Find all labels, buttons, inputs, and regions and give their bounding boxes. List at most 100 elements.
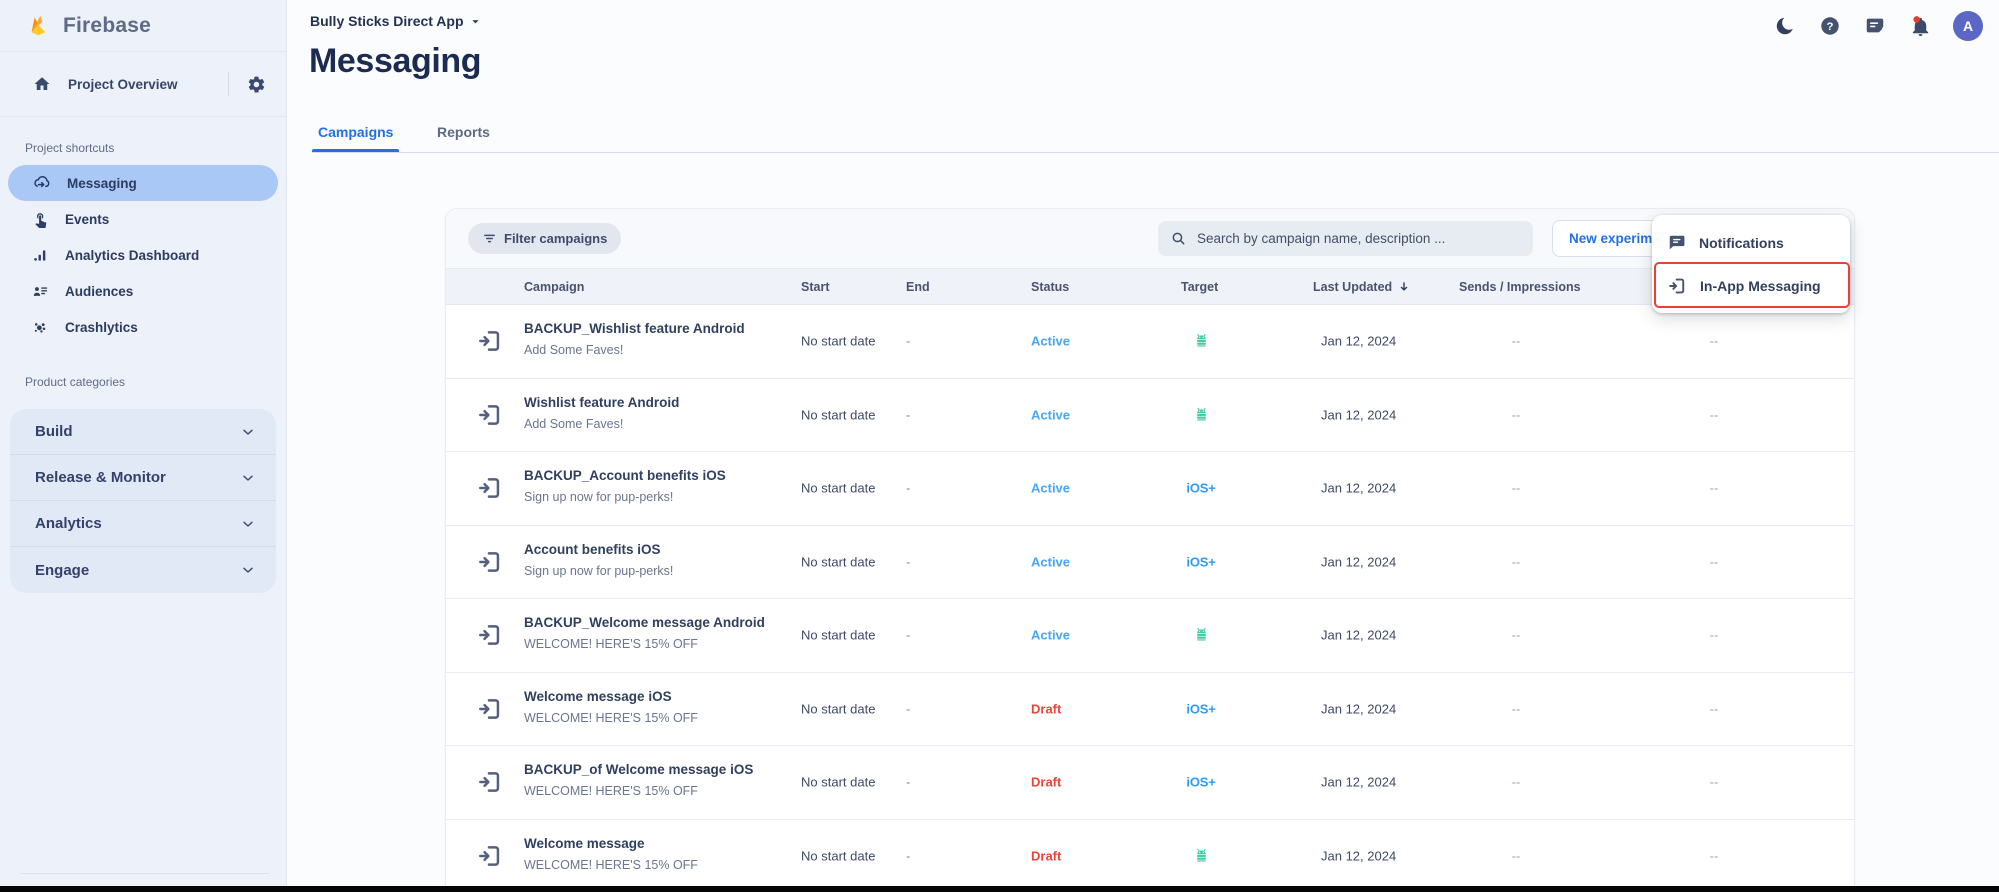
- page-title: Messaging: [309, 42, 481, 81]
- campaign-name: BACKUP_of Welcome message iOS: [524, 762, 753, 777]
- firebase-flame-icon: [27, 14, 50, 37]
- category-release-monitor[interactable]: Release & Monitor: [10, 455, 276, 501]
- campaign-search: [1158, 221, 1533, 256]
- last-updated-date: Jan 12, 2024: [1321, 848, 1396, 863]
- table-row[interactable]: Welcome message iOS WELCOME! HERE'S 15% …: [446, 673, 1854, 747]
- campaign-start: No start date: [801, 554, 875, 569]
- table-row[interactable]: BACKUP_Wishlist feature Android Add Some…: [446, 305, 1854, 379]
- category-label: Engage: [35, 562, 240, 579]
- tap-icon: [32, 211, 49, 228]
- in-app-campaign-icon: [476, 695, 503, 722]
- table-row[interactable]: BACKUP_Welcome message Android WELCOME! …: [446, 599, 1854, 673]
- new-campaign-menu: Notifications In-App Messaging: [1652, 215, 1850, 313]
- filter-campaigns-chip[interactable]: Filter campaigns: [468, 223, 621, 254]
- android-icon: [1192, 846, 1211, 865]
- campaigns-card: Filter campaigns New experiment Campaign…: [445, 208, 1855, 886]
- search-input[interactable]: [1197, 231, 1521, 246]
- table-row[interactable]: BACKUP_Account benefits iOS Sign up now …: [446, 452, 1854, 526]
- help-icon[interactable]: ?: [1818, 14, 1842, 38]
- target-platform: iOS+: [1179, 554, 1223, 569]
- category-label: Analytics: [35, 515, 240, 532]
- home-icon: [33, 75, 51, 93]
- campaign-description: Sign up now for pup-perks!: [524, 564, 673, 578]
- last-updated-date: Jan 12, 2024: [1321, 628, 1396, 643]
- cloud-messaging-icon: [32, 174, 51, 193]
- table-row[interactable]: Welcome message WELCOME! HERE'S 15% OFF …: [446, 820, 1854, 887]
- sends-impressions-value: --: [1496, 334, 1536, 349]
- firebase-brand[interactable]: Firebase: [0, 0, 286, 52]
- campaign-end: -: [906, 701, 910, 716]
- table-header: Campaign Start End Status Target Last Up…: [446, 268, 1854, 305]
- target-platform: iOS+: [1179, 481, 1223, 496]
- in-app-campaign-icon: [476, 548, 503, 575]
- in-app-campaign-icon: [476, 622, 503, 649]
- crashlytics-icon: [32, 319, 49, 336]
- ios-target-label: iOS+: [1186, 701, 1215, 716]
- category-label: Build: [35, 423, 240, 440]
- sends-impressions-value: --: [1496, 407, 1536, 422]
- campaign-end: -: [906, 775, 910, 790]
- feedback-icon[interactable]: [1863, 14, 1887, 38]
- project-overview-label: Project Overview: [68, 77, 228, 92]
- table-row[interactable]: BACKUP_of Welcome message iOS WELCOME! H…: [446, 746, 1854, 820]
- impressions-secondary-value: --: [1694, 481, 1734, 496]
- breadcrumb-app-selector[interactable]: Bully Sticks Direct App: [310, 13, 483, 29]
- campaign-start: No start date: [801, 407, 875, 422]
- table-row[interactable]: Wishlist feature Android Add Some Faves!…: [446, 379, 1854, 453]
- sidebar-item-audiences[interactable]: Audiences: [8, 273, 278, 309]
- sends-impressions-value: --: [1496, 775, 1536, 790]
- impressions-secondary-value: --: [1694, 701, 1734, 716]
- column-header-last-updated[interactable]: Last Updated: [1313, 280, 1411, 294]
- status-badge: Active: [1031, 554, 1070, 569]
- sidebar-item-events[interactable]: Events: [8, 201, 278, 237]
- campaigns-toolbar: Filter campaigns New experiment: [446, 209, 1854, 268]
- svg-text:?: ?: [1827, 21, 1834, 33]
- in-app-messaging-icon: [1667, 276, 1687, 296]
- campaign-end: -: [906, 334, 910, 349]
- campaign-name: Welcome message iOS: [524, 689, 672, 704]
- chevron-down-icon: [240, 470, 256, 486]
- status-badge: Draft: [1031, 701, 1061, 716]
- bar-chart-icon: [32, 247, 49, 264]
- status-badge: Active: [1031, 628, 1070, 643]
- target-platform: [1179, 846, 1223, 865]
- campaigns-table-body: BACKUP_Wishlist feature Android Add Some…: [446, 305, 1854, 886]
- ios-target-label: iOS+: [1186, 775, 1215, 790]
- campaign-end: -: [906, 628, 910, 643]
- column-header-end: End: [906, 280, 930, 294]
- campaign-end: -: [906, 554, 910, 569]
- category-label: Release & Monitor: [35, 469, 240, 486]
- sidebar-item-messaging[interactable]: Messaging: [8, 165, 278, 201]
- notifications-bell-icon[interactable]: [1908, 14, 1932, 38]
- sends-impressions-value: --: [1496, 628, 1536, 643]
- column-header-target: Target: [1181, 280, 1218, 294]
- dark-mode-moon-icon[interactable]: [1773, 14, 1797, 38]
- campaign-description: WELCOME! HERE'S 15% OFF: [524, 858, 698, 872]
- menu-item-notifications[interactable]: Notifications: [1652, 221, 1850, 264]
- column-header-label: Last Updated: [1313, 280, 1392, 294]
- campaign-name: Account benefits iOS: [524, 542, 661, 557]
- sidebar-item-analytics-dashboard[interactable]: Analytics Dashboard: [8, 237, 278, 273]
- category-build[interactable]: Build: [10, 409, 276, 455]
- impressions-secondary-value: --: [1694, 848, 1734, 863]
- gear-icon[interactable]: [247, 75, 266, 94]
- category-analytics[interactable]: Analytics: [10, 501, 276, 547]
- table-row[interactable]: Account benefits iOS Sign up now for pup…: [446, 526, 1854, 600]
- chevron-down-icon: [240, 562, 256, 578]
- campaign-name: Wishlist feature Android: [524, 395, 679, 410]
- tab-campaigns[interactable]: Campaigns: [318, 124, 393, 140]
- campaign-name: BACKUP_Welcome message Android: [524, 615, 765, 630]
- campaign-description: WELCOME! HERE'S 15% OFF: [524, 711, 698, 725]
- category-engage[interactable]: Engage: [10, 547, 276, 593]
- impressions-secondary-value: --: [1694, 407, 1734, 422]
- filter-icon: [482, 231, 497, 246]
- tab-reports[interactable]: Reports: [437, 124, 490, 140]
- sidebar-item-label: Crashlytics: [65, 320, 138, 335]
- avatar[interactable]: A: [1953, 11, 1983, 41]
- campaign-start: No start date: [801, 334, 875, 349]
- sends-impressions-value: --: [1496, 554, 1536, 569]
- project-overview[interactable]: Project Overview: [0, 52, 286, 117]
- menu-item-in-app-messaging[interactable]: In-App Messaging: [1652, 264, 1850, 307]
- product-categories-group: Build Release & Monitor Analytics Engage: [10, 409, 276, 593]
- sidebar-item-crashlytics[interactable]: Crashlytics: [8, 309, 278, 345]
